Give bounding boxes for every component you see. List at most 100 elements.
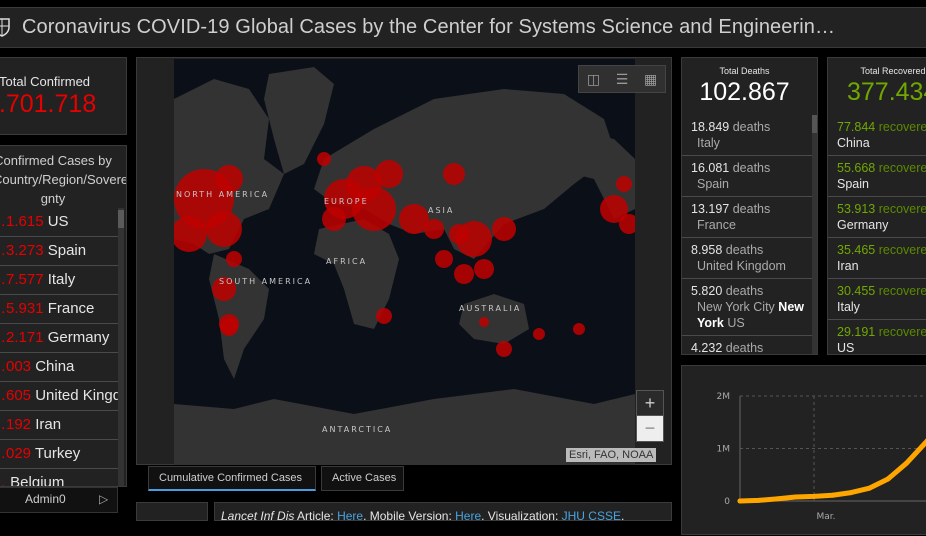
recovered-count: 29.191 [837, 325, 875, 339]
country-list-item[interactable]: …2.171 Germany [0, 324, 119, 353]
country-list-item[interactable]: …5.931 France [0, 295, 119, 324]
viz-label: . Visualization: [481, 509, 562, 521]
recovered-location: China [837, 135, 926, 151]
country-list-item[interactable]: …192 Iran [0, 411, 119, 440]
total-confirmed-label: Total Confirmed [0, 74, 90, 89]
country-list-item[interactable]: …7.577 Italy [0, 266, 119, 295]
map-label-asia: ASIA [428, 206, 454, 215]
total-deaths-panel: Total Deaths 102.867 18.849 deathsItaly1… [681, 57, 818, 355]
location-name: United Kingdom [697, 259, 786, 273]
mobile-link[interactable]: Here [455, 509, 481, 521]
data-point [849, 490, 854, 495]
app-header: Coronavirus COVID-19 Global Cases by the… [0, 7, 926, 48]
case-bubble [533, 328, 545, 340]
deaths-count: 13.197 [691, 202, 729, 216]
country-name: Spain [48, 242, 86, 259]
recovered-location: Germany [837, 217, 926, 233]
confirmed-count: …7.577 [0, 271, 44, 288]
deaths-list-item[interactable]: 8.958 deathsUnited Kingdom [682, 238, 812, 279]
confirmed-count: …2.171 [0, 329, 44, 346]
zoom-in-button[interactable]: + [637, 391, 663, 416]
country-list-item[interactable]: …605 United Kingdom [0, 382, 119, 411]
data-point [830, 493, 835, 498]
tab-active-cases[interactable]: Active Cases [321, 466, 404, 491]
deaths-list-item[interactable]: 18.849 deathsItaly [682, 115, 812, 156]
recovered-list: 77.844 recoveredChina55.668 recoveredSpa… [828, 115, 926, 355]
deaths-list-item[interactable]: 4.232 deathsIran [682, 336, 812, 355]
country-list-item[interactable]: …3.273 Spain [0, 237, 119, 266]
confirmed-count: …3.273 [0, 242, 44, 259]
case-bubble [492, 217, 516, 241]
map-label-africa: AFRICA [326, 257, 367, 266]
total-recovered-value: 377.434 [847, 78, 926, 107]
scrollbar-thumb[interactable] [118, 210, 124, 228]
zoom-out-button[interactable]: − [637, 416, 663, 441]
map-label-north-america: NORTH AMERICA [176, 190, 269, 199]
series-line-confirmed [740, 412, 926, 501]
admin-level-selector[interactable]: Admin0 ▷ [0, 487, 118, 513]
deaths-list-item[interactable]: 16.081 deathsSpain [682, 156, 812, 197]
total-confirmed-value: 1.701.718 [0, 90, 96, 119]
recovered-list-item[interactable]: 55.668 recoveredSpain [828, 156, 926, 197]
deaths-location: Spain [691, 176, 812, 192]
map-panel[interactable]: NORTH AMERICA EUROPE ASIA AFRICA SOUTH A… [136, 57, 672, 465]
case-bubble [474, 259, 494, 279]
total-confirmed-panel: Total Confirmed 1.701.718 [0, 57, 127, 135]
deaths-list-item[interactable]: 13.197 deathsFrance [682, 197, 812, 238]
location-country: US [727, 316, 744, 330]
article-link[interactable]: Here [337, 509, 363, 521]
case-bubble [573, 323, 585, 335]
tab-cumulative-confirmed[interactable]: Cumulative Confirmed Cases [148, 466, 316, 491]
recovered-unit: recovered [879, 284, 926, 298]
bookmark-icon[interactable]: ◫ [587, 71, 600, 88]
world-map[interactable]: NORTH AMERICA EUROPE ASIA AFRICA SOUTH A… [174, 59, 635, 465]
confirmed-count: …192 [0, 416, 31, 433]
recovered-list-item[interactable]: 35.465 recoveredIran [828, 238, 926, 279]
case-bubble [496, 341, 512, 357]
recovered-unit: recovered [879, 202, 926, 216]
next-arrow-icon[interactable]: ▷ [99, 492, 108, 506]
y-tick-label: 2M [717, 392, 731, 402]
total-deaths-label: Total Deaths [682, 66, 807, 76]
map-label-antarctica: ANTARCTICA [322, 425, 392, 434]
case-bubble [443, 163, 465, 185]
recovered-unit: recovered [879, 325, 926, 339]
country-list-item[interactable]: …029 Turkey [0, 440, 119, 469]
case-bubble [479, 317, 489, 327]
scrollbar-thumb[interactable] [812, 115, 817, 133]
confirmed-by-country-heading: Confirmed Cases by Country/Region/Sovere… [0, 151, 113, 208]
location-name: Italy [697, 136, 720, 150]
country-name: US [48, 213, 69, 230]
data-point [867, 486, 872, 491]
deaths-unit: deaths [733, 161, 771, 175]
recovered-list-item[interactable]: 30.455 recoveredItaly [828, 279, 926, 320]
recovered-location: US [837, 340, 926, 355]
data-point [775, 496, 780, 501]
recovered-list-item[interactable]: 53.913 recoveredGermany [828, 197, 926, 238]
recovered-unit: recovered [879, 243, 926, 257]
deaths-scrollbar[interactable] [812, 115, 817, 355]
deaths-location: New York City New York US [691, 299, 812, 331]
viz-link[interactable]: JHU CSSE [562, 509, 621, 521]
footer-left-panel [136, 502, 208, 521]
heading-line: gnty [0, 189, 113, 208]
recovered-count: 77.844 [837, 120, 875, 134]
total-recovered-label: Total Recovered [828, 66, 926, 76]
deaths-count: 18.849 [691, 120, 729, 134]
zoom-controls: + − [636, 390, 664, 442]
country-list-item[interactable]: …003 China [0, 353, 119, 382]
basemap-gallery-icon[interactable]: ▦ [644, 71, 657, 88]
country-list-item[interactable]: … Belgium [0, 469, 119, 487]
recovered-list-item[interactable]: 77.844 recoveredChina [828, 115, 926, 156]
recovered-location: Iran [837, 258, 926, 274]
data-point [886, 476, 891, 481]
data-point [756, 498, 761, 503]
total-recovered-panel: Total Recovered 377.434 77.844 recovered… [827, 57, 926, 355]
country-list-item[interactable]: …1.615 US [0, 208, 119, 237]
confirmed-line-chart: 01M2MMar. [682, 366, 926, 536]
article-label: Article: [294, 509, 337, 521]
recovered-list-item[interactable]: 29.191 recoveredUS [828, 320, 926, 355]
list-icon[interactable]: ☰ [616, 71, 629, 88]
country-list-scrollbar[interactable] [118, 208, 124, 487]
deaths-list-item[interactable]: 5.820 deathsNew York City New York US [682, 279, 812, 336]
